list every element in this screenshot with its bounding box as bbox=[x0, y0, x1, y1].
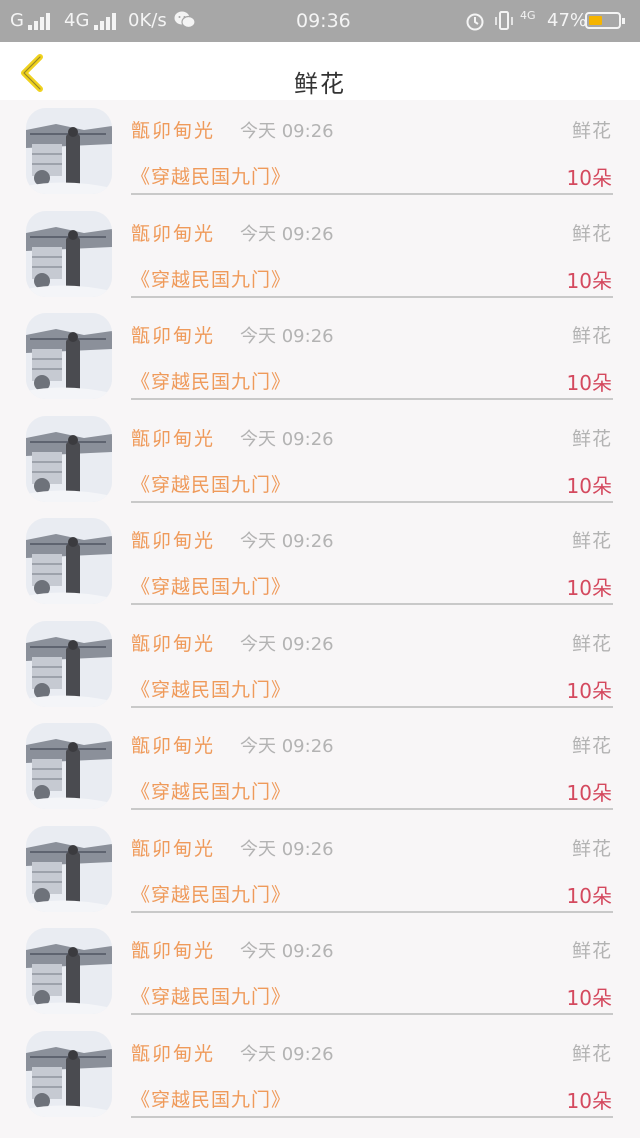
gift-type: 鲜花 bbox=[571, 530, 612, 552]
avatar[interactable] bbox=[26, 415, 112, 502]
avatar[interactable] bbox=[26, 518, 112, 604]
book-title[interactable]: 《穿越民国九门》 bbox=[131, 367, 291, 394]
book-title[interactable]: 《穿越民国九门》 bbox=[131, 880, 291, 907]
header: 鲜花 bbox=[0, 42, 640, 100]
timestamp: 今天 09:26 bbox=[240, 633, 334, 655]
timestamp: 今天 09:26 bbox=[240, 121, 334, 142]
divider bbox=[131, 500, 613, 503]
book-title[interactable]: 《穿越民国九门》 bbox=[131, 162, 291, 189]
sender-name: 甑卯甸光 bbox=[131, 325, 216, 347]
network-speed: 0K/s bbox=[128, 10, 167, 31]
network-type-left: G bbox=[10, 10, 24, 31]
alarm-icon bbox=[465, 11, 485, 36]
gift-type: 鲜花 bbox=[571, 325, 612, 347]
signal-icon bbox=[28, 12, 50, 33]
status-bar: G 4G 0K/s 09:36 4G 47% bbox=[0, 0, 640, 42]
divider bbox=[131, 808, 613, 810]
sender-name: 甑卯甸光 bbox=[131, 530, 216, 552]
gift-type: 鲜花 bbox=[571, 632, 612, 655]
list-item[interactable]: 甑卯甸光 今天 09:26 鲜花 《穿越民国九门》 10朵 bbox=[0, 100, 640, 203]
avatar[interactable] bbox=[26, 825, 112, 912]
gift-amount: 10朵 bbox=[566, 166, 612, 190]
book-title[interactable]: 《穿越民国九门》 bbox=[131, 265, 291, 292]
wechat-icon bbox=[174, 10, 196, 35]
network-type-right: 4G bbox=[64, 10, 90, 31]
sender-name: 甑卯甸光 bbox=[131, 1042, 216, 1065]
timestamp: 今天 09:26 bbox=[240, 531, 334, 552]
gift-type: 鲜花 bbox=[571, 222, 612, 245]
sender-name: 甑卯甸光 bbox=[131, 120, 216, 142]
book-title[interactable]: 《穿越民国九门》 bbox=[131, 982, 291, 1009]
list-item[interactable]: 甑卯甸光 今天 09:26 鲜花 《穿越民国九门》 10朵 bbox=[0, 818, 640, 921]
network-badge: 4G bbox=[520, 9, 536, 22]
list-item[interactable]: 甑卯甸光 今天 09:26 鲜花 《穿越民国九门》 10朵 bbox=[0, 613, 640, 716]
timestamp: 今天 09:26 bbox=[240, 428, 334, 450]
divider bbox=[131, 603, 613, 605]
timestamp: 今天 09:26 bbox=[240, 1043, 334, 1065]
list-item[interactable]: 甑卯甸光 今天 09:26 鲜花 《穿越民国九门》 10朵 bbox=[0, 408, 640, 511]
sender-name: 甑卯甸光 bbox=[131, 940, 216, 962]
list-item[interactable]: 甑卯甸光 今天 09:26 鲜花 《穿越民国九门》 10朵 bbox=[0, 510, 640, 613]
gift-amount: 10朵 bbox=[566, 781, 612, 805]
timestamp: 今天 09:26 bbox=[240, 941, 334, 962]
avatar[interactable] bbox=[26, 620, 112, 707]
divider bbox=[131, 398, 613, 400]
sender-name: 甑卯甸光 bbox=[131, 632, 216, 655]
clock: 09:36 bbox=[296, 10, 351, 32]
avatar[interactable] bbox=[26, 1030, 112, 1117]
list-item[interactable]: 甑卯甸光 今天 09:26 鲜花 《穿越民国九门》 10朵 bbox=[0, 305, 640, 408]
gift-amount: 10朵 bbox=[566, 678, 612, 703]
divider bbox=[131, 1013, 613, 1015]
divider bbox=[131, 1115, 613, 1118]
timestamp: 今天 09:26 bbox=[240, 223, 334, 245]
divider bbox=[131, 705, 613, 708]
avatar[interactable] bbox=[26, 723, 112, 809]
divider bbox=[131, 193, 613, 195]
gift-type: 鲜花 bbox=[571, 1042, 612, 1065]
gift-amount: 10朵 bbox=[566, 1088, 612, 1113]
gift-type: 鲜花 bbox=[571, 120, 612, 142]
book-title[interactable]: 《穿越民国九门》 bbox=[131, 675, 291, 702]
page-title: 鲜花 bbox=[294, 70, 346, 98]
signal-icon bbox=[94, 12, 116, 33]
gift-type: 鲜花 bbox=[571, 940, 612, 962]
gift-type: 鲜花 bbox=[571, 735, 612, 757]
gift-amount: 10朵 bbox=[566, 883, 612, 908]
timestamp: 今天 09:26 bbox=[240, 326, 334, 347]
sender-name: 甑卯甸光 bbox=[131, 427, 216, 450]
gift-list: 甑卯甸光 今天 09:26 鲜花 《穿越民国九门》 10朵 甑卯甸光 今天 09… bbox=[0, 100, 640, 1125]
sender-name: 甑卯甸光 bbox=[131, 222, 216, 245]
list-item[interactable]: 甑卯甸光 今天 09:26 鲜花 《穿越民国九门》 10朵 bbox=[0, 920, 640, 1023]
divider bbox=[131, 910, 613, 913]
list-item[interactable]: 甑卯甸光 今天 09:26 鲜花 《穿越民国九门》 10朵 bbox=[0, 1023, 640, 1126]
vibrate-icon bbox=[494, 10, 514, 37]
gift-amount: 10朵 bbox=[566, 371, 612, 395]
divider bbox=[131, 295, 613, 298]
book-title[interactable]: 《穿越民国九门》 bbox=[131, 470, 291, 497]
gift-type: 鲜花 bbox=[571, 837, 612, 860]
sender-name: 甑卯甸光 bbox=[131, 735, 216, 757]
battery-icon bbox=[585, 12, 625, 29]
battery-percent: 47% bbox=[547, 10, 588, 31]
gift-amount: 10朵 bbox=[566, 986, 612, 1010]
gift-amount: 10朵 bbox=[566, 268, 612, 293]
gift-amount: 10朵 bbox=[566, 473, 612, 498]
timestamp: 今天 09:26 bbox=[240, 736, 334, 757]
gift-amount: 10朵 bbox=[566, 576, 612, 600]
timestamp: 今天 09:26 bbox=[240, 838, 334, 860]
gift-type: 鲜花 bbox=[571, 427, 612, 450]
book-title[interactable]: 《穿越民国九门》 bbox=[131, 1085, 291, 1112]
book-title[interactable]: 《穿越民国九门》 bbox=[131, 572, 291, 599]
avatar[interactable] bbox=[26, 108, 112, 194]
avatar[interactable] bbox=[26, 313, 112, 399]
avatar[interactable] bbox=[26, 210, 112, 297]
list-item[interactable]: 甑卯甸光 今天 09:26 鲜花 《穿越民国九门》 10朵 bbox=[0, 715, 640, 818]
list-item[interactable]: 甑卯甸光 今天 09:26 鲜花 《穿越民国九门》 10朵 bbox=[0, 203, 640, 306]
sender-name: 甑卯甸光 bbox=[131, 837, 216, 860]
avatar[interactable] bbox=[26, 928, 112, 1014]
book-title[interactable]: 《穿越民国九门》 bbox=[131, 777, 291, 804]
